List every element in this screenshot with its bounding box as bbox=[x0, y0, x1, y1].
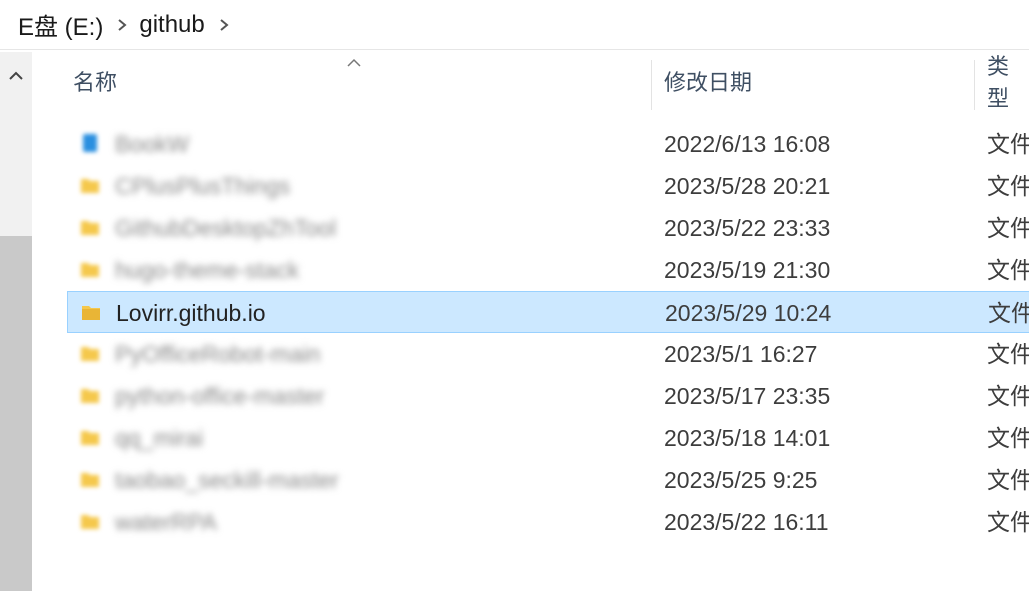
file-type: 文件 bbox=[987, 131, 1029, 157]
file-date: 2023/5/19 21:30 bbox=[664, 257, 831, 283]
file-date: 2023/5/18 14:01 bbox=[664, 425, 831, 451]
column-header-row: 名称 修改日期 类型 bbox=[32, 52, 1029, 122]
vertical-scrollbar[interactable] bbox=[0, 52, 32, 591]
file-date: 2023/5/22 16:11 bbox=[664, 509, 829, 535]
folder-icon bbox=[81, 221, 99, 235]
folder-icon bbox=[81, 431, 99, 445]
folder-icon bbox=[81, 347, 99, 361]
column-divider[interactable] bbox=[651, 60, 652, 110]
file-type: 文件 bbox=[987, 215, 1029, 241]
file-row-5[interactable]: PyOfficeRobot-main 2023/5/1 16:27 文件 bbox=[67, 333, 1029, 375]
file-type: 文件 bbox=[987, 467, 1029, 493]
file-date: 2023/5/29 10:24 bbox=[665, 300, 832, 326]
file-name: CPlusPlusThings bbox=[115, 173, 291, 199]
folder-icon bbox=[81, 473, 99, 487]
chevron-right-icon[interactable] bbox=[217, 18, 231, 32]
column-header-name[interactable]: 名称 bbox=[73, 52, 117, 110]
file-type: 文件 bbox=[988, 300, 1029, 326]
file-name: GithubDesktopZhTool bbox=[115, 215, 337, 241]
file-row-8[interactable]: taobao_seckill-master 2023/5/25 9:25 文件 bbox=[67, 459, 1029, 501]
file-row-3[interactable]: hugo-theme-stack 2023/5/19 21:30 文件 bbox=[67, 249, 1029, 291]
folder-icon bbox=[81, 179, 99, 193]
file-type: 文件 bbox=[987, 173, 1029, 199]
file-type: 文件 bbox=[987, 383, 1029, 409]
file-row-1[interactable]: CPlusPlusThings 2023/5/28 20:21 文件 bbox=[67, 165, 1029, 207]
file-type: 文件 bbox=[987, 509, 1029, 535]
file-name: python-office-master bbox=[115, 383, 325, 409]
column-divider[interactable] bbox=[974, 60, 975, 110]
folder-icon bbox=[81, 263, 99, 277]
file-name: taobao_seckill-master bbox=[115, 467, 339, 493]
file-name: qq_mirai bbox=[115, 425, 204, 451]
file-date: 2023/5/22 23:33 bbox=[664, 215, 831, 241]
file-date: 2023/5/25 9:25 bbox=[664, 467, 818, 493]
file-name: waterRPA bbox=[115, 509, 217, 535]
breadcrumb-item-github[interactable]: github bbox=[139, 11, 204, 39]
folder-icon bbox=[82, 306, 100, 320]
file-row-2[interactable]: GithubDesktopZhTool 2023/5/22 23:33 文件 bbox=[67, 207, 1029, 249]
file-date: 2023/5/1 16:27 bbox=[664, 341, 818, 367]
scrollbar-thumb[interactable] bbox=[0, 236, 32, 591]
chevron-right-icon[interactable] bbox=[115, 18, 129, 32]
breadcrumb-item-drive-e[interactable]: E盘 (E:) bbox=[18, 7, 103, 42]
column-header-date[interactable]: 修改日期 bbox=[664, 52, 752, 110]
folder-icon bbox=[81, 389, 99, 403]
folder-icon bbox=[81, 515, 99, 529]
blue-folder-icon bbox=[83, 134, 97, 152]
column-header-type[interactable]: 类型 bbox=[987, 52, 1029, 111]
file-name: PyOfficeRobot-main bbox=[115, 341, 321, 367]
file-row-7[interactable]: qq_mirai 2023/5/18 14:01 文件 bbox=[67, 417, 1029, 459]
file-date: 2023/5/17 23:35 bbox=[664, 383, 831, 409]
file-row-9[interactable]: waterRPA 2023/5/22 16:11 文件 bbox=[67, 501, 1029, 543]
file-type: 文件 bbox=[987, 341, 1029, 367]
file-row-6[interactable]: python-office-master 2023/5/17 23:35 文件 bbox=[67, 375, 1029, 417]
scroll-up-arrow-icon[interactable] bbox=[6, 66, 26, 86]
file-date: 2022/6/13 16:08 bbox=[664, 131, 831, 157]
file-name: BookW bbox=[115, 131, 190, 157]
sort-ascending-icon bbox=[347, 58, 361, 67]
file-name: Lovirr.github.io bbox=[116, 300, 266, 326]
file-row-0[interactable]: BookW 2022/6/13 16:08 文件 bbox=[67, 123, 1029, 165]
file-type: 文件 bbox=[987, 425, 1029, 451]
breadcrumb: E盘 (E:) github bbox=[0, 0, 1029, 50]
file-row-4-selected[interactable]: Lovirr.github.io 2023/5/29 10:24 文件 bbox=[67, 291, 1029, 333]
file-name: hugo-theme-stack bbox=[115, 257, 300, 283]
file-type: 文件 bbox=[987, 257, 1029, 283]
file-date: 2023/5/28 20:21 bbox=[664, 173, 831, 199]
